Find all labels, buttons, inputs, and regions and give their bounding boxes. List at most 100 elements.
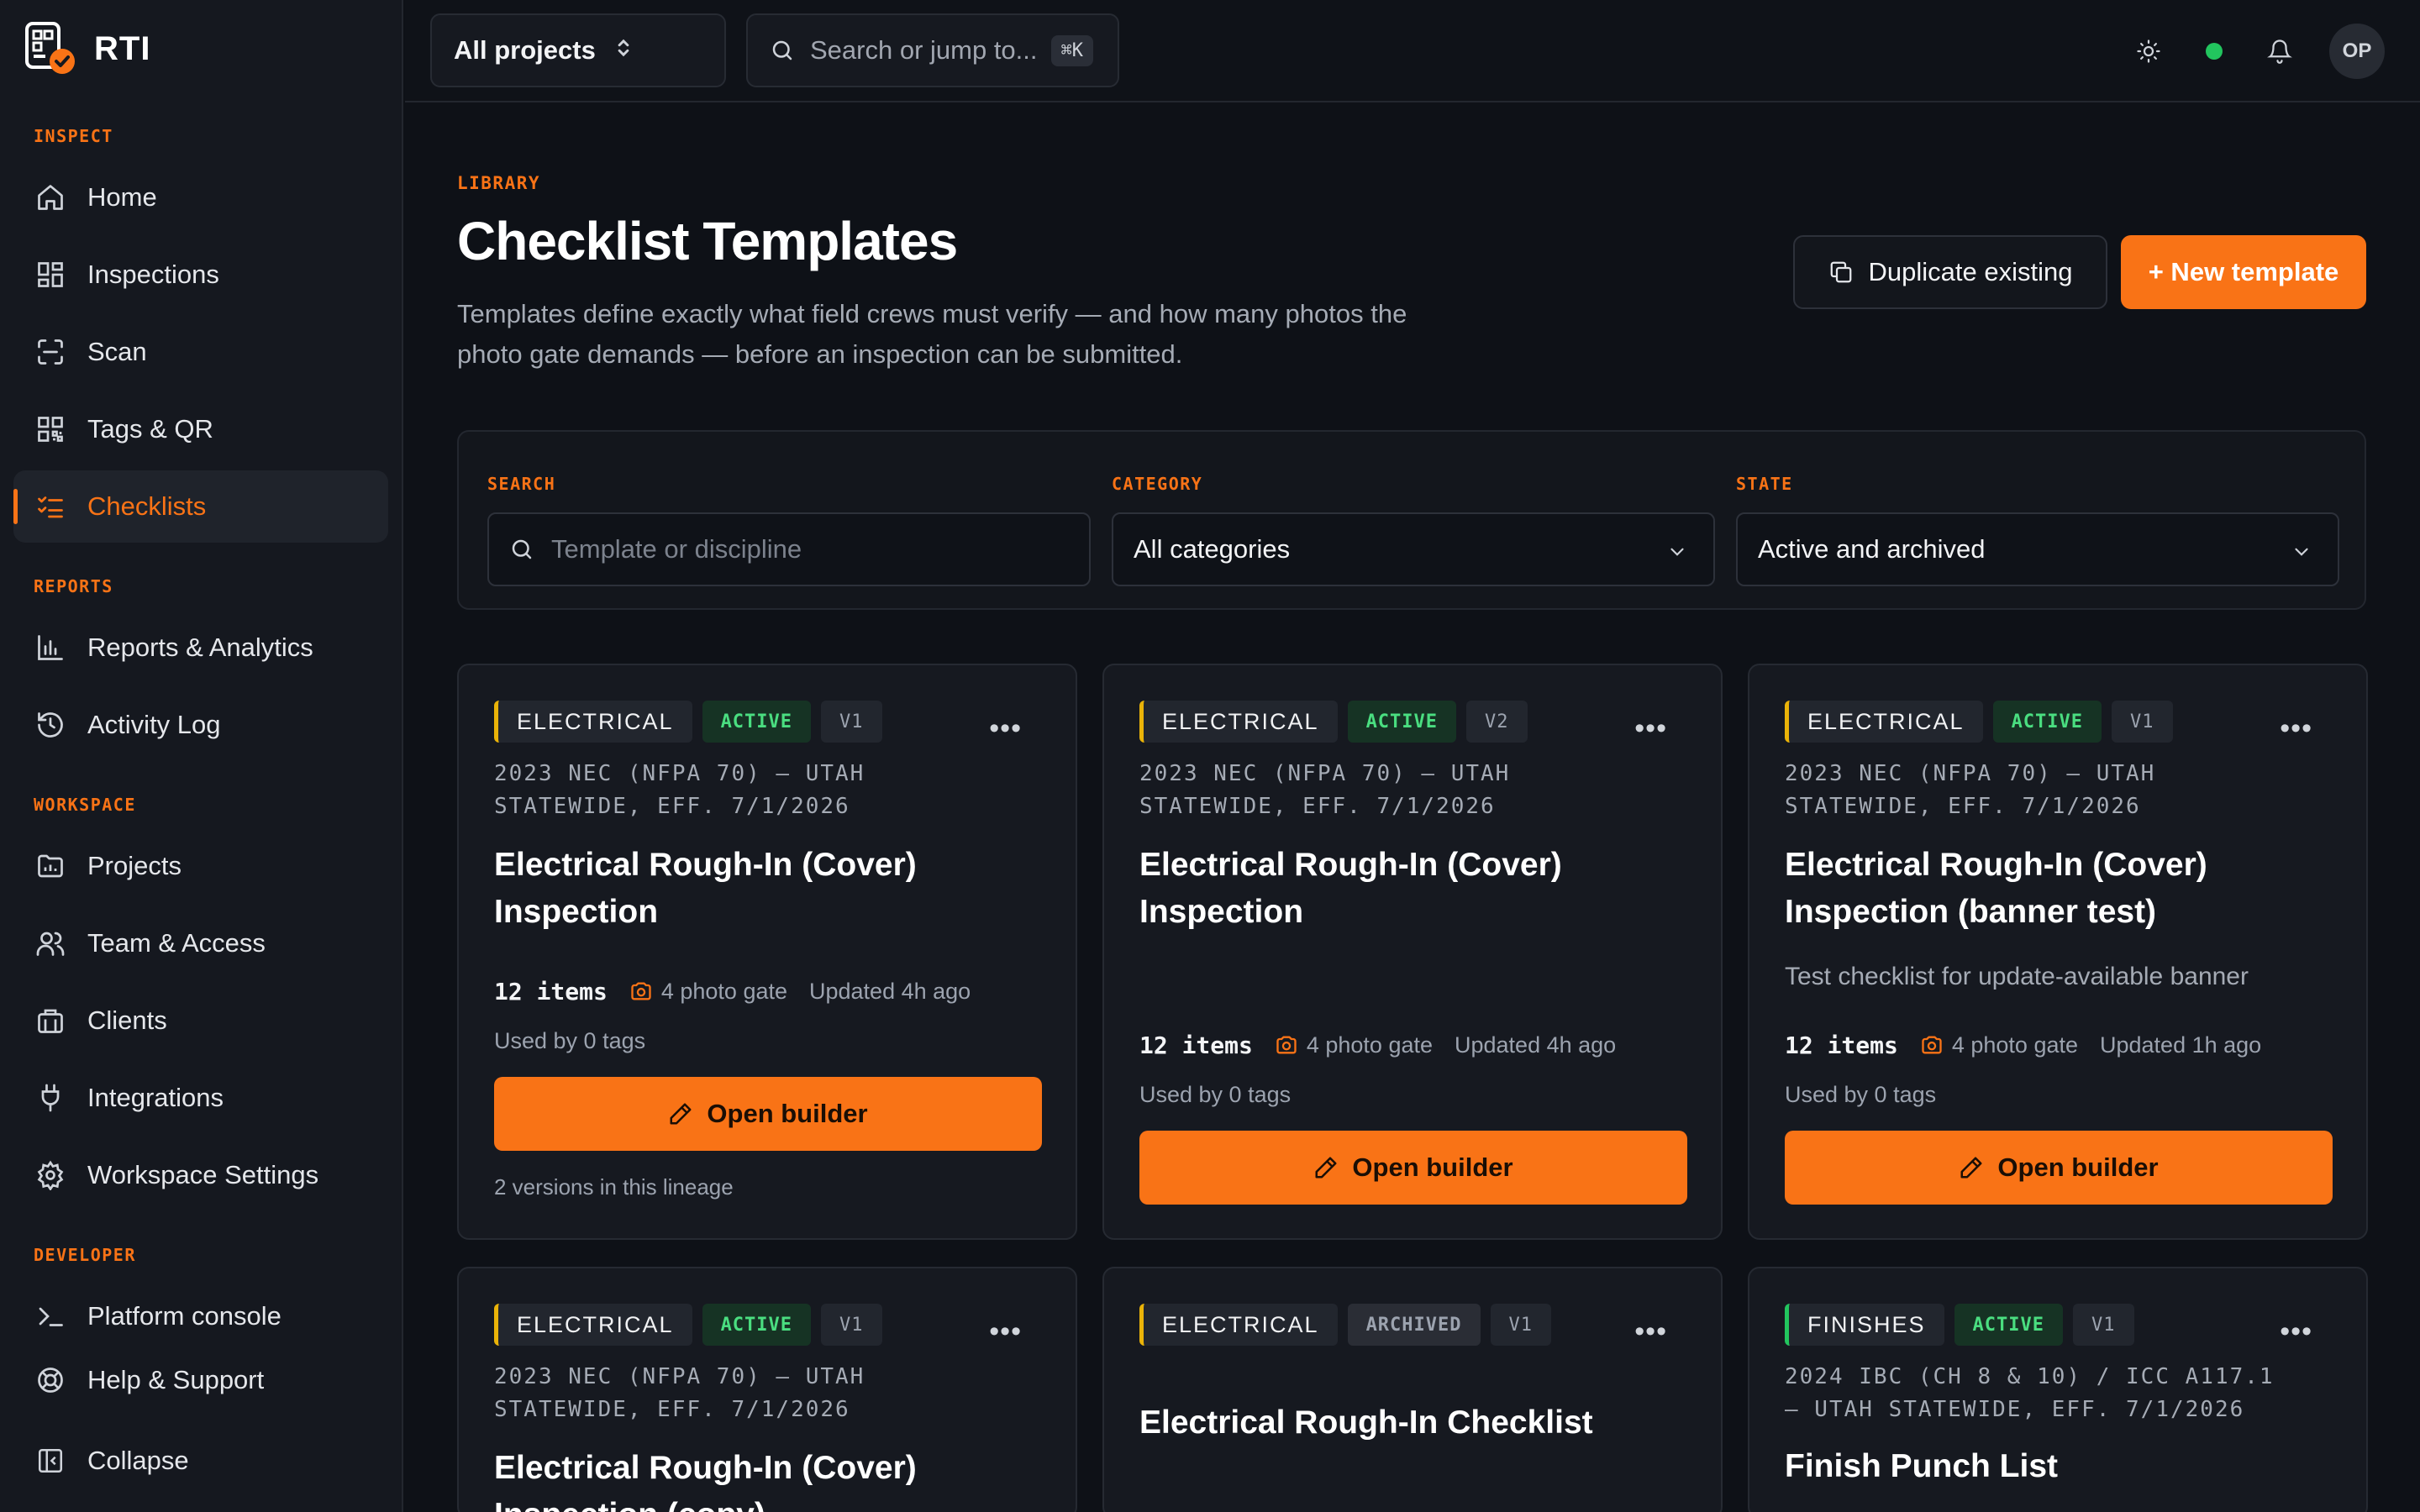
category-badge: ELECTRICAL (494, 1304, 692, 1346)
sidebar-item-settings[interactable]: Workspace Settings (13, 1139, 388, 1211)
collapse-icon (34, 1444, 67, 1478)
sidebar-item-label: Tags & QR (87, 414, 213, 444)
sidebar-item-activity[interactable]: Activity Log (13, 689, 388, 761)
pencil-icon (668, 1101, 693, 1126)
sidebar-item-home[interactable]: Home (13, 161, 388, 234)
state-badge: ACTIVE (1954, 1304, 2064, 1346)
lifebuoy-icon (34, 1363, 67, 1397)
card-title: Electrical Rough-In (Cover) Inspection (… (494, 1450, 917, 1512)
sidebar-item-integrations[interactable]: Integrations (13, 1062, 388, 1134)
open-builder-button[interactable]: Open builder (494, 1077, 1042, 1151)
section-inspect: INSPECT (34, 126, 113, 146)
avatar[interactable]: OP (2329, 24, 2385, 79)
copy-icon (1828, 260, 1854, 285)
bar-chart-icon (34, 631, 67, 664)
top-actions: OP (2112, 22, 2385, 81)
photo-gate: 4 photo gate (1306, 1032, 1433, 1058)
sidebar-item-console[interactable]: Platform console (13, 1280, 388, 1352)
list-checks-icon (34, 490, 67, 523)
state-select[interactable]: Active and archived (1736, 512, 2339, 586)
open-builder-label: Open builder (1997, 1152, 2159, 1182)
notifications-button[interactable] (2250, 22, 2309, 81)
more-options-button[interactable]: ••• (989, 712, 1022, 745)
card-badges: ELECTRICAL ACTIVE V2 (1139, 701, 1538, 743)
duplicate-existing-button[interactable]: Duplicate existing (1793, 235, 2107, 309)
card-badges: ELECTRICAL ACTIVE V1 (494, 1304, 892, 1346)
sidebar-item-label: Inspections (87, 260, 219, 289)
pencil-icon (1959, 1155, 1984, 1180)
folder-chart-icon (34, 849, 67, 883)
users-icon (34, 927, 67, 960)
duplicate-existing-label: Duplicate existing (1868, 257, 2073, 286)
section-workspace: WORKSPACE (34, 795, 136, 815)
template-card: ELECTRICAL ACTIVE V1 ••• 2023 NEC (NFPA … (457, 664, 1077, 1240)
page-title: Checklist Templates (457, 211, 958, 271)
plug-icon (34, 1081, 67, 1115)
category-badge: ELECTRICAL (1785, 701, 1983, 743)
sidebar-item-label: Projects (87, 851, 182, 880)
state-badge: ACTIVE (1992, 701, 2102, 743)
camera-icon (1275, 1033, 1298, 1057)
sidebar-item-projects[interactable]: Projects (13, 830, 388, 902)
sidebar-item-checklists[interactable]: Checklists (13, 470, 388, 543)
template-card: FINISHES ACTIVE V1 ••• 2024 IBC (CH 8 & … (1748, 1267, 2368, 1512)
sidebar-item-team[interactable]: Team & Access (13, 907, 388, 979)
version-badge: V1 (2073, 1304, 2134, 1346)
qr-code-icon (34, 412, 67, 446)
open-builder-button[interactable]: Open builder (1139, 1131, 1687, 1205)
open-builder-button[interactable]: Open builder (1785, 1131, 2333, 1205)
more-options-button[interactable]: ••• (2280, 712, 2312, 745)
more-options-button[interactable]: ••• (2280, 1315, 2312, 1348)
chevron-down-icon (1666, 539, 1688, 570)
card-title: Electrical Rough-In (Cover) Inspection (… (1785, 847, 2207, 930)
sidebar-item-label: Activity Log (87, 710, 221, 739)
project-select[interactable]: All projects (430, 13, 726, 87)
filter-label: CATEGORY (1112, 474, 1203, 494)
search-icon (509, 537, 534, 562)
sidebar-item-help[interactable]: Help & Support (13, 1344, 388, 1416)
card-meta: 12 items 4 photo gate Updated 4h ago (494, 974, 971, 1008)
sidebar-item-collapse[interactable]: Collapse (13, 1425, 388, 1497)
home-icon (34, 181, 67, 214)
template-search-input[interactable]: Template or discipline (487, 512, 1091, 586)
sidebar-item-inspections[interactable]: Inspections (13, 239, 388, 311)
sidebar-item-label: Platform console (87, 1301, 281, 1331)
connection-status (2185, 22, 2244, 81)
more-options-button[interactable]: ••• (1634, 1315, 1667, 1348)
category-select-value: All categories (1134, 534, 1291, 564)
state-badge: ACTIVE (702, 1304, 812, 1346)
global-search[interactable]: Search or jump to... ⌘K (746, 13, 1119, 87)
filter-search: SEARCH Template or discipline (487, 474, 1091, 586)
card-meta: 12 items 4 photo gate Updated 4h ago (1139, 1028, 1616, 1062)
sidebar-item-label: Team & Access (87, 928, 266, 958)
sidebar-item-tags[interactable]: Tags & QR (13, 393, 388, 465)
new-template-button[interactable]: + New template (2121, 235, 2366, 309)
bell-icon (2267, 39, 2292, 64)
sidebar-item-clients[interactable]: Clients (13, 984, 388, 1057)
gear-icon (34, 1158, 67, 1192)
updated-time: Updated 1h ago (2100, 1032, 2262, 1058)
theme-toggle[interactable] (2119, 22, 2178, 81)
more-options-button[interactable]: ••• (989, 1315, 1022, 1348)
filter-category: CATEGORY All categories (1112, 474, 1715, 586)
building-icon (34, 1004, 67, 1037)
sidebar-item-label: Workspace Settings (87, 1160, 319, 1189)
filter-label: STATE (1736, 474, 1793, 494)
card-meta: 12 items 4 photo gate Updated 1h ago (1785, 1028, 2261, 1062)
photo-gate: 4 photo gate (660, 978, 787, 1004)
card-badges: FINISHES ACTIVE V1 (1785, 1304, 2144, 1346)
sidebar-item-label: Reports & Analytics (87, 633, 313, 662)
pencil-icon (1313, 1155, 1339, 1180)
item-count: 12 items (1139, 1031, 1253, 1059)
grid-icon (34, 258, 67, 291)
more-options-button[interactable]: ••• (1634, 712, 1667, 745)
search-placeholder: Template or discipline (551, 534, 802, 564)
camera-icon (629, 979, 653, 1003)
brand[interactable]: RTI (24, 22, 150, 76)
card-badges: ELECTRICAL ARCHIVED V1 (1139, 1304, 1561, 1346)
category-select[interactable]: All categories (1112, 512, 1715, 586)
sidebar-item-label: Checklists (87, 491, 207, 521)
sidebar-item-reports[interactable]: Reports & Analytics (13, 612, 388, 684)
filter-label: SEARCH (487, 474, 556, 494)
sidebar-item-scan[interactable]: Scan (13, 316, 388, 388)
